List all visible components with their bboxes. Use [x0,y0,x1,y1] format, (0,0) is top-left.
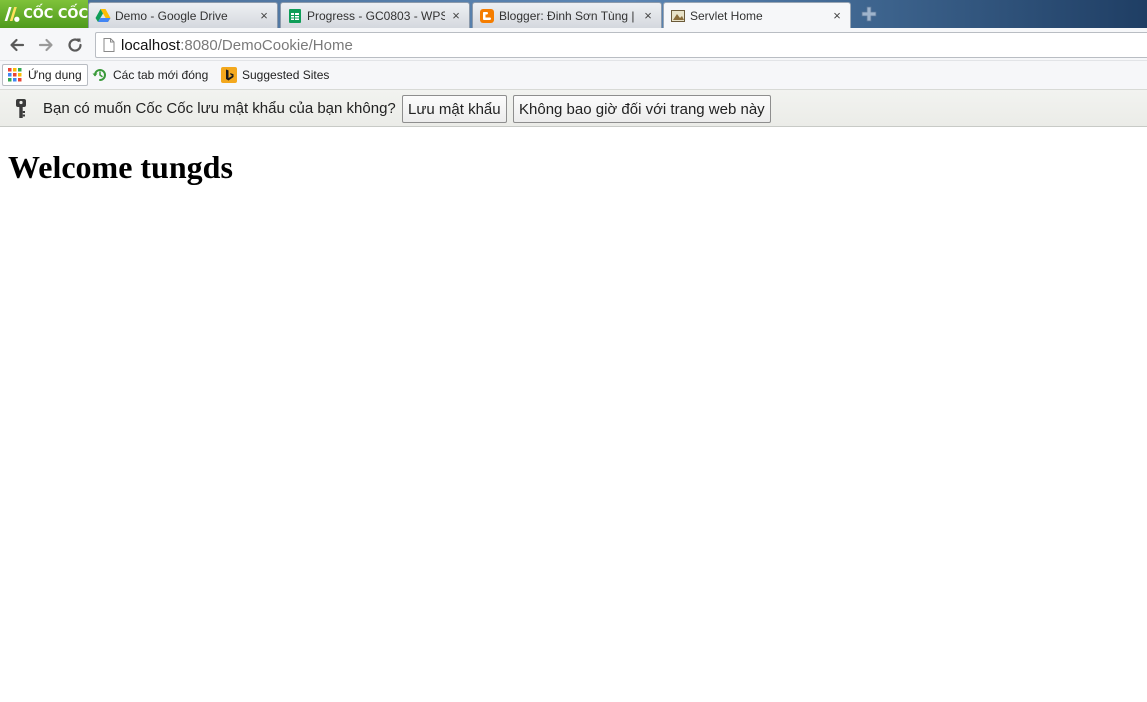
brand-name: CỐC CỐC [23,6,88,22]
tab-google-drive[interactable]: Demo - Google Drive × [88,2,278,28]
address-bar[interactable]: localhost:8080/DemoCookie/Home [95,32,1147,58]
blogger-icon [479,8,495,24]
tab-servlet-home[interactable]: Servlet Home × [663,2,851,28]
url-path: :8080/DemoCookie/Home [180,36,353,54]
tab-title: Blogger: Đinh Sơn Tùng | T [499,8,637,23]
new-tab-button[interactable] [858,4,880,24]
bookmark-label: Ứng dụng [28,68,82,82]
tab-title: Demo - Google Drive [115,8,228,23]
bing-icon [221,67,237,83]
bookmarks-bar: Ứng dụng Các tab mới đóng Suggested Site… [0,61,1147,89]
never-save-button[interactable]: Không bao giờ đối với trang web này [513,95,771,123]
page-heading: Welcome tungds [8,149,233,185]
page-favicon [670,8,686,24]
close-icon[interactable]: × [257,8,271,23]
reload-icon [68,38,82,52]
bookmark-label: Các tab mới đóng [113,68,209,82]
reload-button[interactable] [64,34,86,56]
close-icon[interactable]: × [830,8,844,23]
bookmark-apps[interactable]: Ứng dụng [2,64,88,86]
tab-title: Progress - GC0803 - WPSJ [307,8,445,23]
tab-progress-sheet[interactable]: Progress - GC0803 - WPSJ × [280,2,470,28]
bookmark-recent-tabs[interactable]: Các tab mới đóng [92,64,208,86]
apps-grid-icon [7,67,23,83]
bookmark-suggested-sites[interactable]: Suggested Sites [221,64,329,86]
url-text: localhost:8080/DemoCookie/Home [121,37,353,54]
arrow-left-icon [10,38,25,52]
save-password-infobar: Bạn có muốn Cốc Cốc lưu mật khẩu của bạn… [0,89,1147,127]
bookmark-label: Suggested Sites [242,68,330,82]
recent-tabs-icon [92,67,108,83]
page-content: Welcome tungds [0,127,1147,702]
tab-blogger[interactable]: Blogger: Đinh Sơn Tùng | T × [472,2,662,28]
save-password-button[interactable]: Lưu mật khẩu [402,95,507,123]
coccoc-menu-button[interactable]: CỐC CỐC [0,0,88,28]
close-icon[interactable]: × [641,8,655,23]
tab-strip: CỐC CỐC Demo - Google Drive × Progress -… [0,0,1147,28]
arrow-right-icon [38,38,53,52]
close-icon[interactable]: × [449,8,463,23]
key-icon [16,99,26,118]
coccoc-logo-icon [4,7,20,22]
toolbar: localhost:8080/DemoCookie/Home [0,28,1147,61]
forward-button[interactable] [35,34,57,56]
url-host: localhost [121,36,181,54]
back-button[interactable] [6,34,28,56]
google-drive-icon [95,8,111,24]
tab-title: Servlet Home [690,8,763,23]
page-icon [101,37,117,53]
infobar-message: Bạn có muốn Cốc Cốc lưu mật khẩu của bạn… [43,100,396,117]
plus-icon [861,6,877,22]
google-sheets-icon [287,8,303,24]
